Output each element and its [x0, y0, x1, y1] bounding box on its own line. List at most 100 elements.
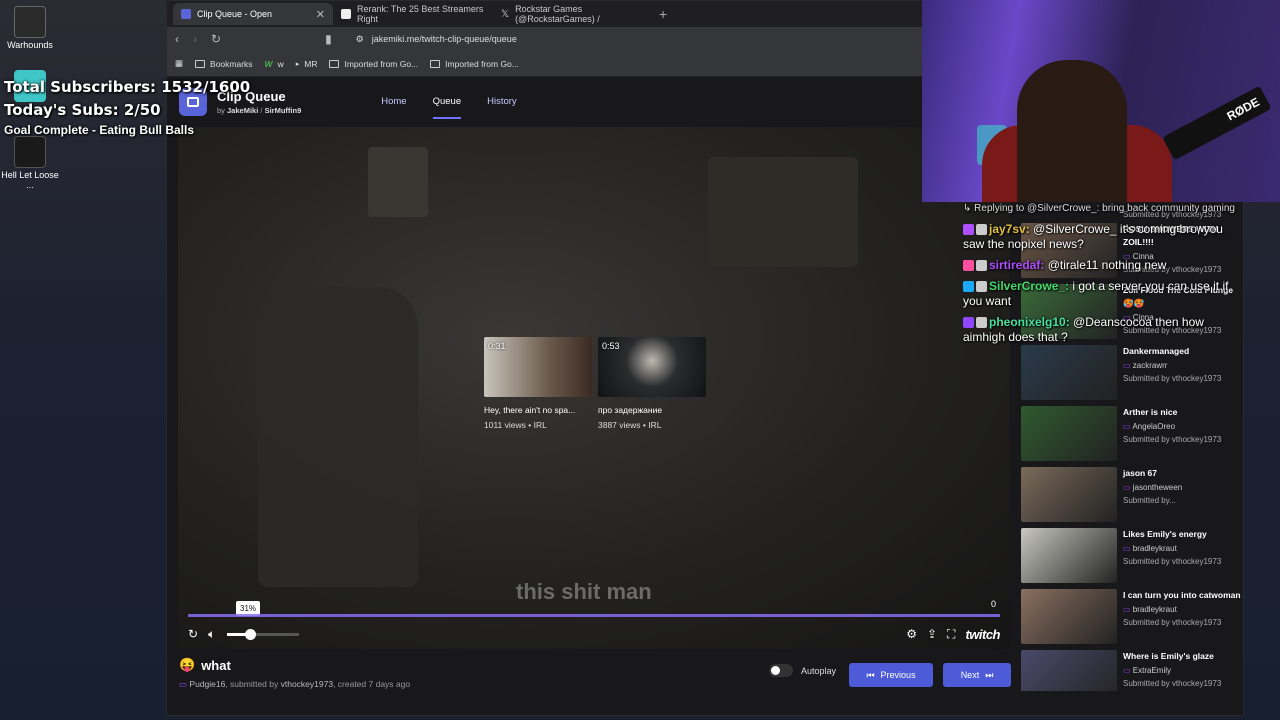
streamer	[1017, 60, 1127, 202]
volume-slider[interactable]	[227, 628, 300, 640]
clip-title: Hey, there ain't no spa...	[484, 405, 576, 415]
bookmark-mr[interactable]: ▸ MR	[296, 59, 318, 69]
author-link[interactable]: JakeMiki	[227, 106, 258, 115]
replay-icon[interactable]: ↻	[188, 627, 198, 641]
settings-icon[interactable]: ⚙	[906, 627, 917, 641]
suggested-clip[interactable]: 0:31 Hey, there ain't no spa... 1011 vie…	[484, 337, 592, 430]
queue-item[interactable]: I can turn you into catwoman ▭ bradleykr…	[1021, 589, 1243, 650]
bookmark-label: MR	[304, 58, 318, 69]
queue-author-name: jasontheween	[1132, 483, 1183, 492]
close-tab-icon[interactable]: ✕	[316, 8, 325, 21]
desktop-icon-label: Warhounds	[7, 40, 53, 50]
tab-title: Rerank: The 25 Best Streamers Right	[357, 4, 484, 24]
chat-username: sirtiredaf:	[989, 258, 1045, 272]
nav-queue[interactable]: Queue	[432, 86, 462, 119]
video-player[interactable]: 0:31 Hey, there ain't no spa... 1011 vie…	[178, 127, 1010, 649]
channel-link[interactable]: Pudgie16	[189, 679, 225, 689]
bookmark-imported-1[interactable]: Imported from Go...	[329, 59, 418, 69]
twitch-badge-icon: ▭	[1123, 422, 1133, 431]
video-figure	[258, 287, 418, 587]
tab-rerank[interactable]: Rerank: The 25 Best Streamers Right	[333, 3, 493, 25]
clip-emoji: 😝	[179, 657, 196, 672]
twitch-badge-icon: ▭	[1123, 544, 1133, 553]
volume-knob[interactable]	[244, 628, 256, 640]
desktop-icon-warhounds[interactable]: Warhounds	[0, 6, 60, 50]
share-icon[interactable]: ⇪	[927, 627, 937, 641]
queue-thumbnail	[1021, 467, 1117, 522]
desktop-icon-hell-let-loose[interactable]: Hell Let Loose ...	[0, 136, 60, 190]
bookmark-label: Bookmarks	[210, 58, 253, 69]
previous-button[interactable]: ⏮ Previous	[849, 663, 933, 687]
queue-submitted: Submitted by vthockey1973	[1123, 557, 1222, 566]
next-button[interactable]: Next ⏭	[943, 663, 1011, 687]
autoplay-control[interactable]: Autoplay	[769, 664, 836, 677]
bookmark-w[interactable]: Ww	[265, 59, 284, 69]
queue-title: Arther is nice	[1123, 407, 1178, 417]
fullscreen-icon[interactable]: ⛶	[947, 627, 955, 642]
queue-author: ▭ ExtraEmily	[1123, 666, 1221, 675]
folder-icon	[329, 59, 340, 68]
forward-icon[interactable]: ›	[193, 32, 197, 46]
chat-message: pheonixelg10: @Deanscocoa then how aimhi…	[963, 315, 1243, 345]
site-info-icon[interactable]: ⚙	[356, 34, 364, 45]
clip-queue-favicon-icon	[181, 9, 191, 19]
folder-icon	[430, 59, 441, 68]
queue-item[interactable]: Where is Emily's glaze ▭ ExtraEmily Subm…	[1021, 650, 1243, 691]
tab-rockstar[interactable]: 𝕏 Rockstar Games (@RockstarGames) /	[493, 3, 653, 25]
clip-duration: 0:31	[488, 341, 506, 351]
nav-history[interactable]: History	[487, 86, 517, 119]
queue-author-name: zackrawrr	[1132, 361, 1168, 370]
main-nav: Home Queue History	[381, 86, 517, 119]
queue-thumbnail	[1021, 345, 1117, 400]
bookmark-icon	[195, 59, 206, 68]
bookmark-bookmarks[interactable]: Bookmarks	[195, 59, 253, 69]
volume-icon[interactable]: 🔈︎	[208, 627, 215, 642]
author-link[interactable]: SirMuffin9	[265, 106, 302, 115]
queue-author-name: ExtraEmily	[1132, 666, 1172, 675]
progress-bar[interactable]	[188, 614, 1000, 617]
suggested-clip[interactable]: 0:53 про задержание 3887 views • IRL	[598, 337, 706, 430]
new-tab-icon[interactable]: +	[659, 6, 667, 22]
previous-label: Previous	[880, 670, 916, 680]
twitch-badge-icon: ▭	[1123, 666, 1133, 675]
twitch-logo[interactable]: twitch	[965, 627, 1000, 642]
nav-home[interactable]: Home	[381, 86, 406, 119]
bookmark-star-icon[interactable]: ▮	[325, 32, 332, 46]
queue-item[interactable]: jason 67 ▭ jasontheween Submitted by...	[1021, 467, 1243, 528]
clip-meta: 1011 views • IRL	[484, 420, 547, 430]
clip-duration: 0:53	[602, 341, 620, 351]
queue-author-name: bradleykraut	[1132, 544, 1177, 553]
video-poster	[368, 147, 428, 217]
next-icon: ⏭	[985, 669, 994, 680]
url-text: jakemiki.me/twitch-clip-queue/queue	[371, 34, 517, 44]
reload-icon[interactable]: ↻	[211, 32, 221, 46]
queue-item[interactable]: Arther is nice ▭ AngelaOreo Submitted by…	[1021, 406, 1243, 467]
queue-thumbnail	[1021, 406, 1117, 461]
url-field[interactable]: ⚙ jakemiki.me/twitch-clip-queue/queue	[356, 34, 517, 45]
chat-message: SilverCrowe_: i got a server you can use…	[963, 279, 1243, 309]
queue-item-text: Likes Emily's energy ▭ bradleykraut Subm…	[1123, 528, 1221, 589]
video-caption: this shit man	[516, 579, 652, 604]
back-icon[interactable]: ‹	[175, 32, 179, 46]
queue-submitted: Submitted by vthockey1973	[1123, 679, 1222, 688]
queue-author: ▭ zackrawrr	[1123, 361, 1221, 370]
autoplay-toggle[interactable]	[769, 664, 793, 677]
submitter-name: vthockey1973	[280, 679, 334, 689]
chat-message: ↳ Replying to @SilverCrowe_: bring back …	[963, 200, 1243, 216]
chat-badge-icon	[963, 224, 974, 236]
bookmark-imported-2[interactable]: Imported from Go...	[430, 59, 519, 69]
player-controls: ↻ 🔈︎ ⚙ ⇪ ⛶ twitch	[188, 625, 1000, 643]
warhounds-icon	[14, 6, 46, 38]
queue-author: ▭ bradleykraut	[1123, 544, 1221, 553]
mr-icon: ▸	[295, 60, 300, 68]
chat-badge-icon	[976, 224, 987, 236]
clip-thumbnail: 0:31	[484, 337, 592, 397]
queue-item[interactable]: Likes Emily's energy ▭ bradleykraut Subm…	[1021, 528, 1243, 589]
queue-item[interactable]: Dankermanaged ▭ zackrawrr Submitted by v…	[1021, 345, 1243, 406]
w-logo-icon: W	[264, 58, 273, 69]
queue-submitted: Submitted by...	[1123, 496, 1176, 505]
tab-clip-queue[interactable]: Clip Queue - Open ✕	[173, 3, 333, 25]
tab-title: Rockstar Games (@RockstarGames) /	[515, 4, 600, 24]
bookmark-label: w	[277, 58, 284, 69]
apps-grid-icon[interactable]: ▦	[175, 58, 183, 69]
